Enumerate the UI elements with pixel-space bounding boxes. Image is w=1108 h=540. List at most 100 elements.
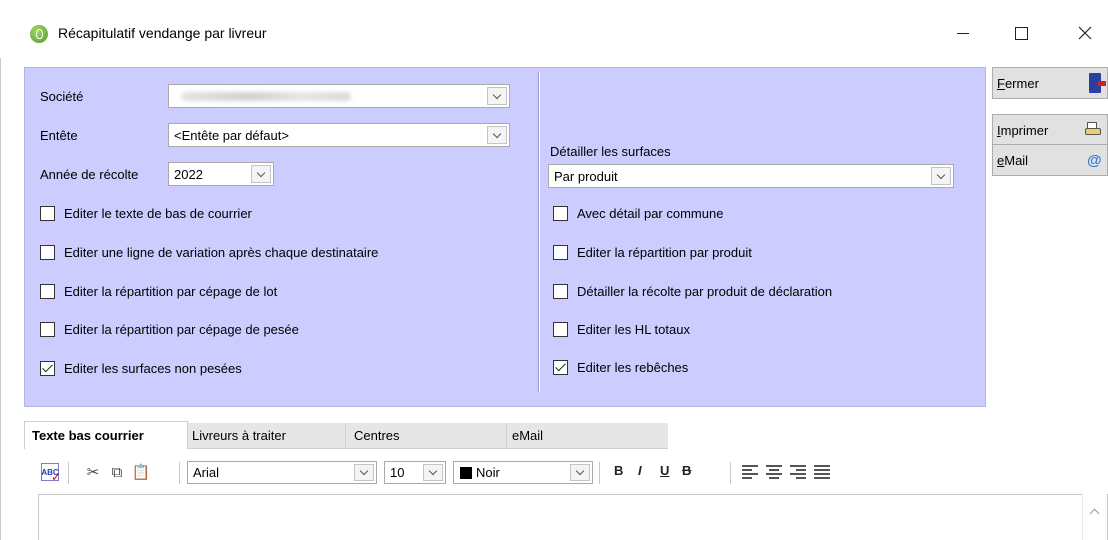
checkbox-box[interactable]: [40, 283, 55, 299]
fermer-button[interactable]: Fermer: [992, 67, 1108, 99]
grape-icon: [30, 25, 48, 43]
minimize-icon: [957, 32, 969, 34]
scroll-up-icon[interactable]: [1089, 508, 1100, 519]
editor-scrollbar[interactable]: [1082, 494, 1107, 540]
checkbox-rebeches[interactable]: Editer les rebêches: [553, 358, 688, 376]
chevron-down-icon[interactable]: [487, 87, 507, 105]
chevron-down-icon[interactable]: [354, 464, 374, 481]
at-sign-icon: @: [1087, 152, 1102, 169]
societe-label: Société: [40, 89, 84, 104]
font-size-select[interactable]: 10: [384, 461, 446, 484]
societe-select[interactable]: [168, 84, 510, 108]
italic-button[interactable]: I: [638, 463, 642, 478]
checkbox-box[interactable]: [553, 205, 568, 221]
checkbox-label: Editer la répartition par produit: [577, 244, 752, 260]
entete-value: <Entête par défaut>: [174, 128, 289, 143]
checkbox-label: Détailler la récolte par produit de décl…: [577, 283, 833, 299]
text-editor[interactable]: [38, 494, 1108, 540]
align-center-icon[interactable]: [766, 465, 782, 479]
toolbar-separator: [179, 462, 180, 484]
checkbox-repartition-produit[interactable]: Editer la répartition par produit: [553, 243, 752, 261]
detail-surfaces-value: Par produit: [554, 169, 618, 184]
checkbox-label: Editer la répartition par cépage de lot: [64, 283, 278, 299]
checkbox-ligne-variation[interactable]: Editer une ligne de variation après chaq…: [40, 243, 378, 261]
window-title: Récapitulatif vendange par livreur: [58, 25, 267, 41]
underline-button[interactable]: U: [660, 463, 669, 478]
tab-email[interactable]: eMail: [512, 423, 543, 449]
checkbox-label: Editer la répartition par cépage de pesé…: [64, 321, 299, 337]
email-label: eMail: [997, 153, 1029, 168]
checkbox-label: Editer les surfaces non pesées: [64, 360, 242, 376]
checkbox-hl-totaux[interactable]: Editer les HL totaux: [553, 320, 690, 338]
toolbar-separator: [599, 462, 600, 484]
checkbox-cepage-lot[interactable]: Editer la répartition par cépage de lot: [40, 282, 277, 300]
maximize-icon: [1014, 26, 1028, 40]
tab-livreurs-a-traiter[interactable]: Livreurs à traiter: [192, 423, 286, 449]
redacted-value: [181, 92, 351, 101]
imprimer-label: Imprimer: [997, 123, 1049, 138]
chevron-down-icon[interactable]: [931, 167, 951, 185]
checkbox-box[interactable]: [553, 321, 568, 337]
justify-icon[interactable]: [814, 465, 830, 479]
close-icon: [1078, 26, 1092, 40]
checkbox-surfaces-non-pesees[interactable]: Editer les surfaces non pesées: [40, 359, 242, 377]
font-color-select[interactable]: Noir: [453, 461, 593, 484]
spellcheck-icon[interactable]: ABC: [41, 463, 61, 484]
entete-label: Entête: [40, 128, 78, 143]
checkbox-cepage-pesee[interactable]: Editer la répartition par cépage de pesé…: [40, 320, 299, 338]
tab-separator: [345, 423, 346, 449]
tab-centres[interactable]: Centres: [354, 423, 400, 449]
chevron-down-icon[interactable]: [570, 464, 590, 481]
checkbox-label: Avec détail par commune: [577, 205, 724, 221]
entete-select[interactable]: <Entête par défaut>: [168, 123, 510, 147]
exit-door-icon: [1089, 73, 1106, 93]
chevron-down-icon[interactable]: [487, 126, 507, 144]
minimize-button[interactable]: [940, 14, 986, 52]
close-button[interactable]: [1062, 14, 1108, 52]
copy-icon[interactable]: ⧉: [108, 463, 126, 481]
checkbox-box[interactable]: [553, 244, 568, 260]
checkbox-label: Editer le texte de bas de courrier: [64, 205, 252, 221]
checkbox-texte-bas-courrier[interactable]: Editer le texte de bas de courrier: [40, 204, 252, 222]
font-size-value: 10: [390, 465, 405, 480]
align-right-icon[interactable]: [790, 465, 806, 479]
panel-divider: [538, 72, 540, 392]
tab-separator: [506, 423, 507, 449]
toolbar-separator: [68, 462, 69, 484]
toolbar-separator: [730, 462, 731, 484]
checkbox-box[interactable]: [40, 360, 55, 376]
annee-label: Année de récolte: [40, 167, 139, 182]
bold-button[interactable]: B: [614, 463, 623, 478]
checkbox-box[interactable]: [40, 321, 55, 337]
align-left-icon[interactable]: [742, 465, 758, 479]
email-button[interactable]: eMail @: [992, 144, 1108, 176]
font-color-value: Noir: [476, 465, 500, 480]
tab-texte-bas-courrier[interactable]: Texte bas courrier: [24, 421, 188, 449]
checkbox-detail-commune[interactable]: Avec détail par commune: [553, 204, 723, 222]
checkbox-box[interactable]: [40, 244, 55, 260]
checkbox-label: Editer une ligne de variation après chaq…: [64, 244, 379, 260]
chevron-down-icon[interactable]: [251, 165, 271, 183]
checkbox-box[interactable]: [553, 359, 568, 375]
color-swatch: [460, 467, 472, 479]
annee-value: 2022: [174, 167, 203, 182]
fermer-label: Fermer: [997, 76, 1039, 91]
imprimer-button[interactable]: Imprimer: [992, 114, 1108, 146]
checkbox-box[interactable]: [553, 283, 568, 299]
detail-surfaces-label: Détailler les surfaces: [550, 144, 671, 159]
checkbox-recolte-declaration[interactable]: Détailler la récolte par produit de décl…: [553, 282, 832, 300]
cut-icon[interactable]: ✂: [84, 463, 102, 481]
checkbox-box[interactable]: [40, 205, 55, 221]
window-edge: [0, 58, 1, 540]
annee-select[interactable]: 2022: [168, 162, 274, 186]
font-family-value: Arial: [193, 465, 220, 480]
checkbox-label: Editer les rebêches: [577, 359, 689, 375]
printer-icon: [1085, 122, 1101, 138]
options-panel: [24, 67, 986, 407]
font-family-select[interactable]: Arial: [187, 461, 377, 484]
chevron-down-icon[interactable]: [423, 464, 443, 481]
maximize-button[interactable]: [998, 14, 1044, 52]
paste-icon[interactable]: 📋: [132, 463, 151, 481]
detail-surfaces-select[interactable]: Par produit: [548, 164, 954, 188]
strikethrough-button[interactable]: B: [682, 463, 691, 478]
